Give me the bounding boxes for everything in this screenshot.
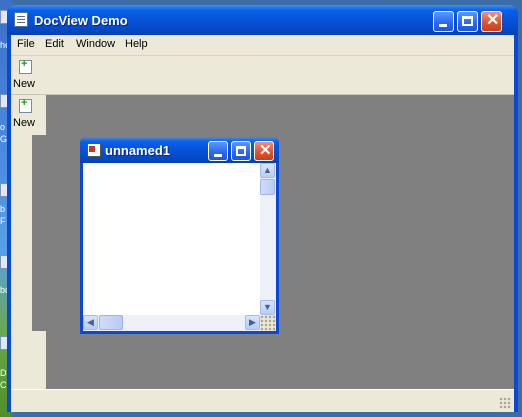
side-panel-recess [32, 135, 46, 331]
minimize-button[interactable] [433, 11, 454, 32]
minimize-icon [214, 154, 222, 157]
desktop-label: D [0, 368, 7, 378]
toolbar: New [11, 56, 514, 95]
scroll-up-arrow-icon[interactable]: ▲ [260, 163, 275, 178]
vertical-scrollbar[interactable]: ▲ ▼ [259, 163, 276, 315]
close-icon: ✕ [486, 12, 500, 29]
close-button[interactable]: ✕ [481, 11, 502, 32]
new-document-icon [19, 58, 32, 74]
minimize-icon [439, 24, 447, 27]
desktop-label: G [0, 134, 8, 144]
maximize-icon [462, 16, 473, 26]
menu-help[interactable]: Help [125, 38, 148, 50]
side-new-button[interactable]: New [11, 96, 39, 132]
child-close-button[interactable]: ✕ [254, 141, 274, 161]
maximize-button[interactable] [457, 11, 478, 32]
document-view[interactable]: ▲ ▼ ◀ ▶ [83, 163, 276, 331]
desktop-label: b [0, 204, 6, 214]
menu-file[interactable]: File [17, 38, 35, 50]
horizontal-scrollbar[interactable]: ◀ ▶ [83, 314, 260, 331]
document-icon[interactable] [14, 12, 28, 27]
menu-bar: File Edit Window Help [11, 35, 514, 56]
new-button-label: New [13, 78, 36, 90]
main-titlebar[interactable]: DocView Demo ✕ [7, 5, 518, 35]
child-maximize-button[interactable] [231, 141, 251, 161]
new-document-icon [19, 97, 32, 113]
maximize-icon [236, 146, 246, 156]
menu-edit[interactable]: Edit [45, 38, 64, 50]
status-bar [11, 389, 514, 412]
size-grip-icon[interactable] [260, 315, 276, 331]
scroll-down-arrow-icon[interactable]: ▼ [260, 300, 275, 315]
resize-grip-icon[interactable] [499, 397, 511, 409]
new-button[interactable]: New [11, 57, 39, 93]
side-toolbar: New [11, 95, 46, 390]
horizontal-scroll-thumb[interactable] [99, 315, 123, 330]
window-title: DocView Demo [34, 13, 128, 28]
child-titlebar[interactable]: unnamed1 ✕ [80, 137, 279, 163]
scroll-left-arrow-icon[interactable]: ◀ [83, 315, 98, 330]
child-window[interactable]: unnamed1 ✕ ▲ ▼ ◀ ▶ [80, 137, 279, 334]
child-minimize-button[interactable] [208, 141, 228, 161]
vertical-scroll-thumb[interactable] [260, 179, 275, 195]
child-window-title: unnamed1 [105, 143, 171, 158]
scroll-right-arrow-icon[interactable]: ▶ [245, 315, 260, 330]
desktop-label: o [0, 122, 6, 132]
close-icon: ✕ [259, 142, 272, 159]
desktop-label: F [0, 216, 6, 226]
side-new-label: New [13, 117, 36, 129]
mdi-document-icon[interactable] [87, 143, 101, 157]
menu-window[interactable]: Window [76, 38, 115, 50]
